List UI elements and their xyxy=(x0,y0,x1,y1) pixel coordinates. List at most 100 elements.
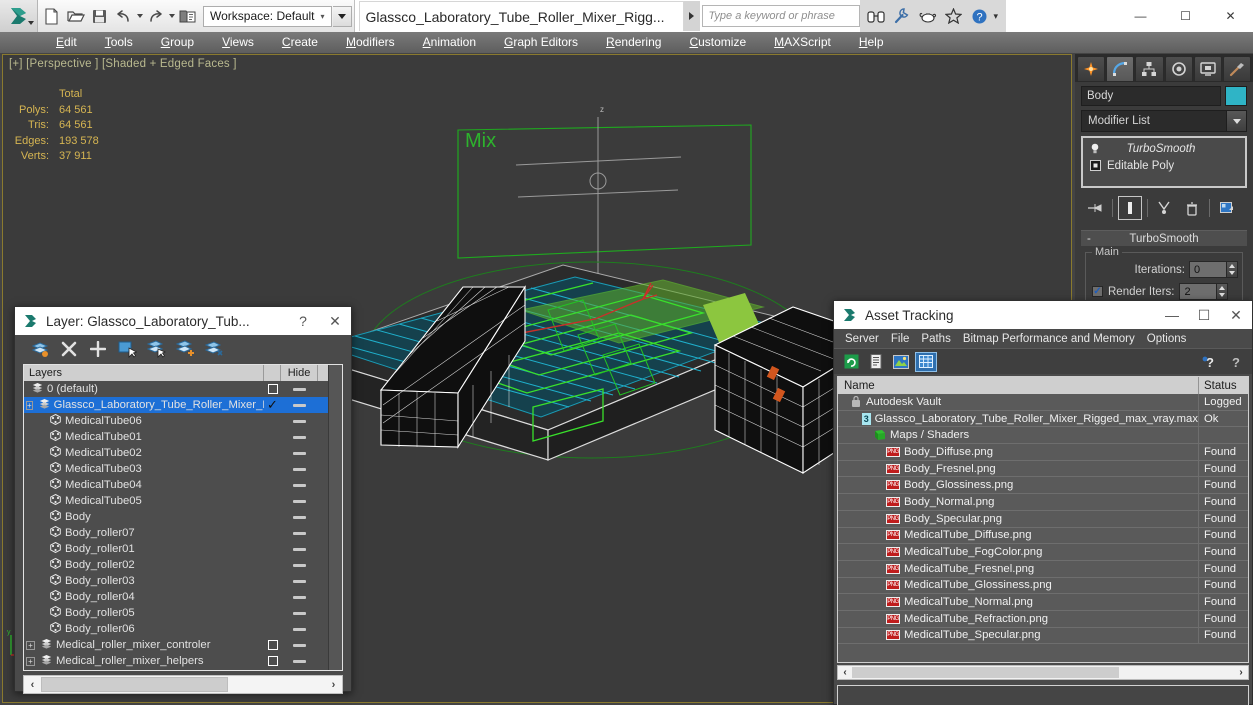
layer-row[interactable]: Body xyxy=(24,509,328,525)
max-app-menu-button[interactable] xyxy=(0,0,38,32)
expand-icon[interactable]: + xyxy=(26,640,35,650)
layer-row[interactable]: MedicalTube06 xyxy=(24,413,328,429)
asset-menu-file[interactable]: File xyxy=(885,333,916,345)
refresh-icon[interactable] xyxy=(840,352,862,372)
workspace-combo[interactable]: Workspace: Default ▾ xyxy=(203,5,332,27)
expand-icon[interactable]: + xyxy=(26,400,33,410)
star-icon[interactable] xyxy=(942,3,966,29)
layer-dialog[interactable]: Layer: Glassco_Laboratory_Tub... ? ✕ Lay… xyxy=(14,306,352,694)
layer-row-checkbox[interactable]: ✓ xyxy=(264,398,281,411)
asset-tracking-grid[interactable]: Name Status Autodesk Vault Logged 3 Glassco… xyxy=(837,376,1249,663)
help-dropdown-icon[interactable]: ▾ xyxy=(994,11,1002,22)
object-color-swatch[interactable] xyxy=(1225,86,1247,106)
layer-row-hide-toggle[interactable] xyxy=(281,387,318,391)
asset-row[interactable]: PNG MedicalTube_Glossiness.png Found xyxy=(838,577,1248,595)
asset-row[interactable]: PNG Body_Specular.png Found xyxy=(838,510,1248,528)
document-tab-overflow-icon[interactable] xyxy=(683,1,700,31)
menu-item-maxscript[interactable]: MAXScript xyxy=(760,32,845,53)
layer-row-hide-toggle[interactable] xyxy=(281,467,318,471)
asset-tracking-dialog[interactable]: Asset Tracking — ☐ ✕ Server File Paths Bitm… xyxy=(833,300,1253,705)
menu-item-modifiers[interactable]: Modifiers xyxy=(332,32,409,53)
modifier-list-dropdown[interactable]: Modifier List xyxy=(1081,110,1247,132)
asset-row[interactable]: PNG MedicalTube_Normal.png Found xyxy=(838,594,1248,611)
layer-row[interactable]: Body_roller04 xyxy=(24,589,328,605)
add-selection-to-layer-icon[interactable] xyxy=(174,338,196,360)
menu-item-tools[interactable]: Tools xyxy=(91,32,147,53)
scroll-thumb[interactable] xyxy=(41,677,229,692)
layer-row-hide-toggle[interactable] xyxy=(281,403,318,407)
layer-row-hide-toggle[interactable] xyxy=(281,595,318,599)
lightbulb-icon[interactable] xyxy=(1089,143,1101,155)
window-maximize-button[interactable]: ☐ xyxy=(1163,0,1208,32)
asset-row[interactable]: Autodesk Vault Logged xyxy=(838,394,1248,411)
layer-row-checkbox[interactable] xyxy=(264,640,281,650)
modifier-stack-item-turbosmooth[interactable]: TurboSmooth xyxy=(1083,140,1245,157)
layer-row-hide-toggle[interactable] xyxy=(281,659,318,663)
configure-modifier-sets-icon[interactable] xyxy=(1215,196,1239,220)
layer-dialog-titlebar[interactable]: Layer: Glassco_Laboratory_Tub... ? ✕ xyxy=(15,307,351,335)
add-layer-icon[interactable] xyxy=(87,338,109,360)
asset-row[interactable]: Maps / Shaders xyxy=(838,427,1248,445)
help-icon[interactable]: ? xyxy=(968,3,992,29)
render-iters-value[interactable]: 2 xyxy=(1179,283,1218,300)
menu-item-animation[interactable]: Animation xyxy=(409,32,490,53)
make-unique-icon[interactable] xyxy=(1153,196,1177,220)
layer-row-hide-toggle[interactable] xyxy=(281,563,318,567)
menu-item-help[interactable]: Help xyxy=(845,32,898,53)
modifier-stack[interactable]: TurboSmooth Editable Poly xyxy=(1081,136,1247,188)
asset-row[interactable]: PNG MedicalTube_Refraction.png Found xyxy=(838,610,1248,628)
window-minimize-button[interactable]: — xyxy=(1118,0,1163,32)
menu-item-group[interactable]: Group xyxy=(147,32,208,53)
show-end-result-icon[interactable] xyxy=(1118,196,1142,220)
layer-row[interactable]: Body_roller07 xyxy=(24,525,328,541)
iterations-spinner-arrows[interactable] xyxy=(1227,261,1238,278)
asset-scroll-right-icon[interactable]: › xyxy=(1234,667,1248,678)
asset-menu-bitmap-performance-and-memory[interactable]: Bitmap Performance and Memory xyxy=(957,333,1141,345)
iterations-spinner[interactable]: 0 xyxy=(1189,261,1238,278)
asset-row[interactable]: PNG MedicalTube_Fresnel.png Found xyxy=(838,560,1248,578)
asset-menu-options[interactable]: Options xyxy=(1141,333,1193,345)
layer-row[interactable]: + Glassco_Laboratory_Tube_Roller_Mixer_Ri… xyxy=(24,397,328,413)
layer-row[interactable]: Body_roller01 xyxy=(24,541,328,557)
layer-row[interactable]: MedicalTube01 xyxy=(24,429,328,445)
asset-row[interactable]: PNG Body_Glossiness.png Found xyxy=(838,477,1248,495)
search-input[interactable]: Type a keyword or phrase xyxy=(701,5,860,27)
layer-row-hide-toggle[interactable] xyxy=(281,627,318,631)
menu-item-customize[interactable]: Customize xyxy=(675,32,760,53)
remove-modifier-icon[interactable] xyxy=(1180,196,1204,220)
create-tab[interactable] xyxy=(1077,56,1106,82)
layer-row-hide-toggle[interactable] xyxy=(281,611,318,615)
layer-row[interactable]: + Medical_roller_mixer_controler xyxy=(24,637,328,653)
layer-row-hide-toggle[interactable] xyxy=(281,499,318,503)
asset-scroll-thumb[interactable] xyxy=(852,667,1120,678)
iterations-value[interactable]: 0 xyxy=(1189,261,1227,278)
scroll-right-icon[interactable]: › xyxy=(325,679,342,691)
layer-row[interactable]: Body_roller06 xyxy=(24,621,328,637)
utilities-tab[interactable] xyxy=(1222,56,1252,82)
create-new-layer-icon[interactable] xyxy=(29,338,51,360)
undo-icon[interactable] xyxy=(112,3,135,29)
layer-column-hide[interactable]: Hide xyxy=(281,365,318,381)
layer-row-hide-toggle[interactable] xyxy=(281,547,318,551)
layer-row-hide-toggle[interactable] xyxy=(281,643,318,647)
layer-row[interactable]: + Medical_roller_mixer_helpers xyxy=(24,653,328,669)
thumbnail-view-icon[interactable] xyxy=(890,352,912,372)
help-icon-asset[interactable]: ? xyxy=(1225,352,1247,372)
layer-dialog-help-button[interactable]: ? xyxy=(287,307,319,335)
layer-row[interactable]: 0 (default) xyxy=(24,381,328,397)
layer-row[interactable]: Body_roller05 xyxy=(24,605,328,621)
object-name-field[interactable]: Body xyxy=(1081,86,1221,106)
open-file-icon[interactable] xyxy=(64,3,87,29)
layer-row-hide-toggle[interactable] xyxy=(281,483,318,487)
asset-tracking-close-button[interactable]: ✕ xyxy=(1220,301,1252,329)
delete-layer-icon[interactable] xyxy=(58,338,80,360)
modifier-list-chevron-down-icon[interactable] xyxy=(1226,111,1246,131)
layer-list-vertical-scrollbar[interactable] xyxy=(328,365,342,670)
asset-tracking-maximize-button[interactable]: ☐ xyxy=(1188,301,1220,329)
layer-list[interactable]: Layers Hide 0 (default) + Glassco_Laborato… xyxy=(24,365,328,670)
menu-item-edit[interactable]: Edit xyxy=(42,32,91,53)
asset-scroll-track[interactable] xyxy=(852,667,1234,678)
asset-grid-horizontal-scrollbar[interactable]: ‹ › xyxy=(837,665,1249,680)
render-iters-checkbox[interactable]: ✓ xyxy=(1092,286,1103,297)
layer-row[interactable]: Body_roller02 xyxy=(24,557,328,573)
